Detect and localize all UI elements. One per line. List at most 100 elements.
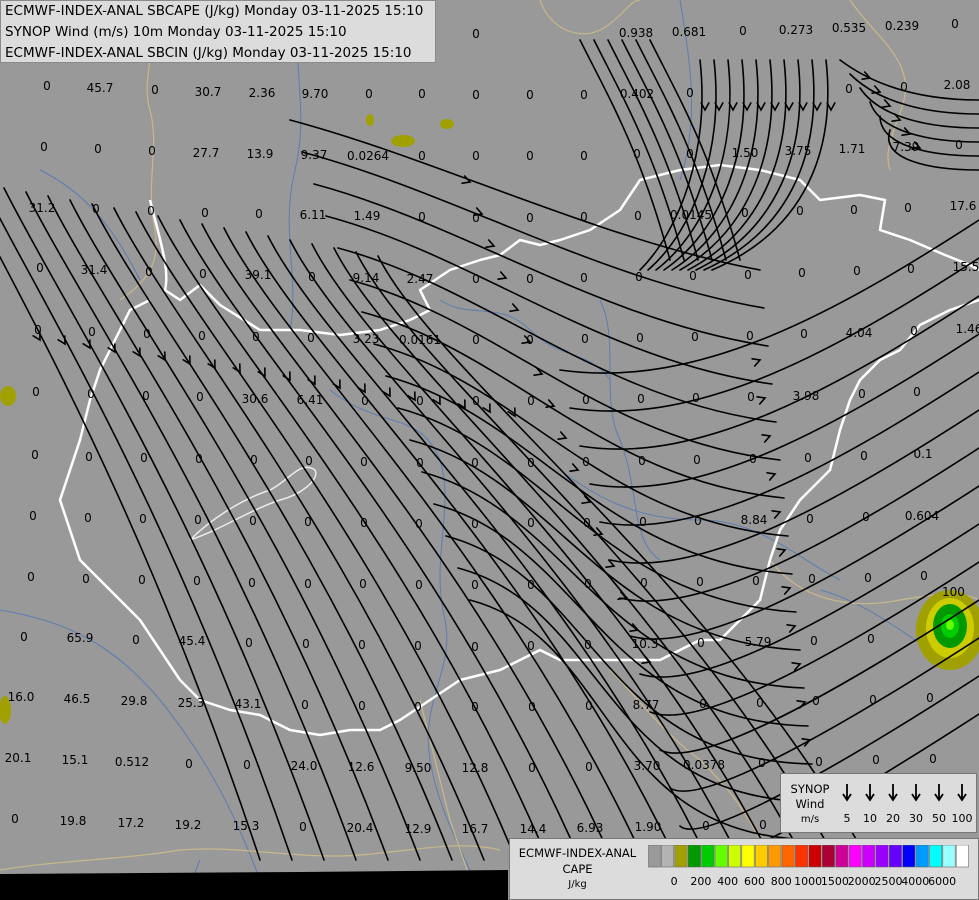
cape-legend-tick: 0 (671, 875, 678, 888)
cape-color-swatch (648, 845, 661, 868)
map-header: ECMWF-INDEX-ANAL SBCAPE (J/kg) Monday 03… (0, 0, 436, 63)
cin-value: 0 (199, 267, 207, 281)
cin-value: 0 (20, 630, 28, 644)
cape-legend-tick: 6000 (928, 875, 956, 888)
synop-legend-title: SYNOP Wind m/s (781, 782, 839, 827)
cin-value: 0 (907, 262, 915, 276)
cin-value: 0 (526, 211, 534, 225)
cin-value: 0 (472, 27, 480, 41)
cape-color-swatch (848, 845, 862, 868)
cin-value: 0 (358, 699, 366, 713)
cin-value: 0.512 (115, 755, 149, 769)
cape-legend-subtitle: CAPE (562, 862, 593, 876)
cin-value: 0 (913, 385, 921, 399)
cape-color-swatch (741, 845, 755, 868)
cin-value: 0.604 (905, 509, 939, 523)
cin-value: 19.8 (60, 814, 87, 828)
cin-value: 30.7 (195, 85, 222, 99)
cin-value: 0 (756, 696, 764, 710)
cin-value: 3.98 (793, 389, 820, 403)
cin-value: 0 (414, 700, 422, 714)
cape-color-swatch (942, 845, 956, 868)
cin-value: 0 (132, 633, 140, 647)
cin-value: 16.0 (8, 690, 35, 704)
cin-value: 0 (634, 209, 642, 223)
cin-value: 0 (691, 330, 699, 344)
cin-value: 0 (250, 453, 258, 467)
cin-value: 0 (693, 453, 701, 467)
cin-value: 0 (414, 639, 422, 653)
cin-value: 0 (299, 820, 307, 834)
cin-value: 0 (749, 452, 757, 466)
cin-value: 0 (361, 394, 369, 408)
cape-color-swatch (728, 845, 742, 868)
synop-wind-arrow: 20 (886, 784, 900, 825)
cin-value: 0 (582, 393, 590, 407)
synop-wind-legend: SYNOP Wind m/s 5 10 20 30 50 100 (780, 773, 977, 833)
cin-value: 0.0264 (347, 149, 389, 163)
cin-value: 65.9 (67, 631, 94, 645)
cin-value: 0 (359, 577, 367, 591)
cin-value: 0 (581, 332, 589, 346)
cin-value: 0 (739, 24, 747, 38)
cin-value: 0 (584, 638, 592, 652)
cape-color-swatch (714, 845, 728, 868)
cin-value: 0.681 (672, 25, 706, 39)
cin-value: 0 (418, 87, 426, 101)
cin-value: 0 (140, 451, 148, 465)
cin-value: 20.1 (5, 751, 32, 765)
cin-value: 0 (471, 456, 479, 470)
cin-value: 5.79 (745, 635, 772, 649)
cin-value: 15.5 (953, 260, 979, 274)
cin-value: 0 (471, 640, 479, 654)
cin-value: 3.75 (785, 144, 812, 158)
cin-value: 0 (471, 700, 479, 714)
cin-value: 0 (527, 456, 535, 470)
cin-value: 0 (869, 693, 877, 707)
cin-value: 0 (195, 452, 203, 466)
cin-value: 0 (746, 329, 754, 343)
cin-value: 0 (31, 448, 39, 462)
cin-value: 12.8 (462, 761, 489, 775)
cin-value: 0 (88, 325, 96, 339)
cin-value: 0 (528, 700, 536, 714)
cin-value: 1.46 (956, 322, 979, 336)
cin-value: 0 (815, 755, 823, 769)
cin-value: 0 (472, 333, 480, 347)
cin-value: 0 (860, 449, 868, 463)
cin-value: 0 (694, 514, 702, 528)
cin-value: 0.402 (620, 87, 654, 101)
cin-value: 0 (185, 757, 193, 771)
cape-color-swatch (888, 845, 902, 868)
cin-value: 0 (872, 753, 880, 767)
map-edge-bottom (0, 870, 508, 900)
cin-value: 9.37 (301, 148, 328, 162)
synop-wind-arrows: 5 10 20 30 50 100 (842, 784, 973, 825)
cin-value: 0 (11, 812, 19, 826)
cin-value: 0 (810, 634, 818, 648)
cin-value: 6.11 (300, 208, 327, 222)
cape-legend-title-text: ECMWF-INDEX-ANAL (518, 846, 637, 860)
cin-value: 1.71 (839, 142, 866, 156)
cin-value: 0 (416, 456, 424, 470)
cin-value: 0 (638, 454, 646, 468)
cape-color-swatch (955, 845, 969, 868)
cape-legend-tick: 1000 (794, 875, 822, 888)
cin-value: 0 (798, 266, 806, 280)
cin-value: 0 (858, 387, 866, 401)
cin-value: 0 (637, 392, 645, 406)
synop-legend-unit: m/s (800, 814, 820, 825)
cin-value: 0 (929, 752, 937, 766)
cape-color-swatch (781, 845, 795, 868)
cin-value: 0 (804, 451, 812, 465)
cin-value: 0 (796, 204, 804, 218)
cin-value: 0 (304, 515, 312, 529)
cape-color-swatch (674, 845, 688, 868)
cin-value: 0 (148, 144, 156, 158)
synop-legend-value: 10 (863, 812, 877, 825)
cin-value: 0 (472, 211, 480, 225)
cin-value: 0 (904, 201, 912, 215)
cin-value: 0 (758, 756, 766, 770)
cin-value: 0 (245, 636, 253, 650)
cape-legend-tick: 600 (744, 875, 765, 888)
